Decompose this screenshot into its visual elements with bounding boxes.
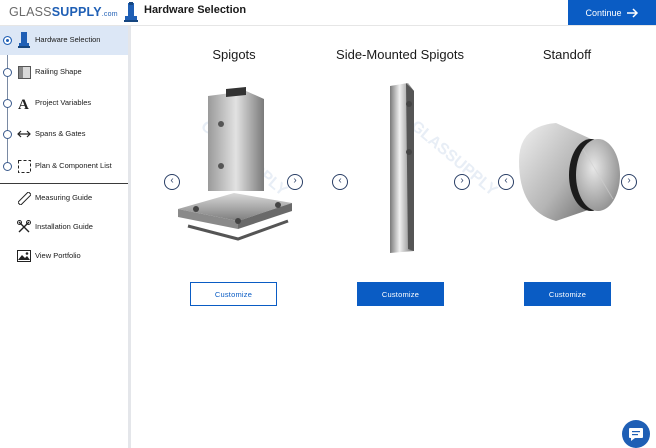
customize-button[interactable]: Customize bbox=[524, 282, 611, 306]
continue-button[interactable]: Continue bbox=[568, 0, 656, 25]
product-title: Standoff bbox=[542, 47, 592, 62]
product-card-spigots: Spigots ‹ › Customize bbox=[150, 26, 318, 326]
step-indicator bbox=[3, 99, 12, 108]
logo-text-glass: GLASS bbox=[9, 5, 52, 19]
dashed-square-icon bbox=[17, 158, 31, 174]
square-shape-icon bbox=[17, 64, 31, 80]
chat-icon bbox=[629, 427, 643, 441]
glasssupply-logo[interactable]: GLASSSUPPLY.com bbox=[9, 5, 118, 19]
sidebar-link-label: View Portfolio bbox=[35, 251, 81, 260]
standoff-product-image bbox=[519, 123, 620, 221]
customize-button[interactable]: Customize bbox=[357, 282, 444, 306]
product-card-standoff: Standoff ‹ › Customize bbox=[483, 26, 651, 326]
sidebar-item-label: Plan & Component List bbox=[35, 161, 112, 170]
sidebar-link-installation-guide[interactable]: Installation Guide bbox=[0, 213, 128, 242]
double-arrow-icon bbox=[17, 126, 31, 142]
step-indicator bbox=[3, 130, 12, 139]
sidebar-item-label: Project Variables bbox=[35, 98, 92, 107]
step-indicator bbox=[3, 36, 12, 45]
step-indicator bbox=[3, 162, 12, 171]
step-indicator bbox=[3, 68, 12, 77]
sidebar-link-view-portfolio[interactable]: View Portfolio bbox=[0, 242, 128, 271]
logo-text-supply: SUPPLY bbox=[51, 5, 102, 19]
sidebar-item-hardware-selection[interactable]: Hardware Selection bbox=[0, 26, 128, 55]
svg-text:A: A bbox=[18, 97, 29, 110]
sidebar: Hardware Selection Railing Shape A Proje… bbox=[0, 26, 131, 448]
sidebar-item-project-variables[interactable]: A Project Variables bbox=[0, 89, 128, 118]
ruler-icon bbox=[17, 190, 31, 206]
page-title: Hardware Selection bbox=[144, 4, 247, 16]
sidebar-item-railing-shape[interactable]: Railing Shape bbox=[0, 58, 128, 87]
sidebar-item-label: Railing Shape bbox=[35, 67, 82, 76]
customize-button[interactable]: Customize bbox=[190, 282, 277, 306]
tools-icon bbox=[17, 219, 31, 235]
product-title: Side-Mounted Spigots bbox=[336, 47, 464, 62]
letter-a-icon: A bbox=[17, 95, 31, 111]
sidebar-item-spans-gates[interactable]: Spans & Gates bbox=[0, 120, 128, 149]
sidebar-item-plan-component-list[interactable]: Plan & Component List bbox=[0, 152, 128, 181]
chat-button[interactable] bbox=[622, 420, 650, 448]
image-icon bbox=[17, 248, 31, 264]
side-mounted-spigot-product-image bbox=[390, 83, 414, 253]
spigot-icon bbox=[17, 32, 31, 48]
top-bar: GLASSSUPPLY.com Hardware Selection Conti… bbox=[0, 0, 656, 26]
sidebar-item-label: Hardware Selection bbox=[35, 35, 101, 44]
sidebar-link-measuring-guide[interactable]: Measuring Guide bbox=[0, 184, 128, 213]
spigot-icon bbox=[124, 2, 138, 22]
spigot-product-image bbox=[178, 87, 292, 241]
logo-text-com: .com bbox=[101, 11, 118, 18]
sidebar-item-label: Spans & Gates bbox=[35, 129, 86, 138]
product-card-side-mounted-spigots: Side-Mounted Spigots ‹ › Customize bbox=[316, 26, 484, 326]
sidebar-link-label: Installation Guide bbox=[35, 222, 93, 231]
arrow-right-icon bbox=[626, 7, 638, 18]
continue-label: Continue bbox=[585, 7, 622, 18]
sidebar-link-label: Measuring Guide bbox=[35, 193, 93, 202]
product-title: Spigots bbox=[212, 47, 256, 62]
